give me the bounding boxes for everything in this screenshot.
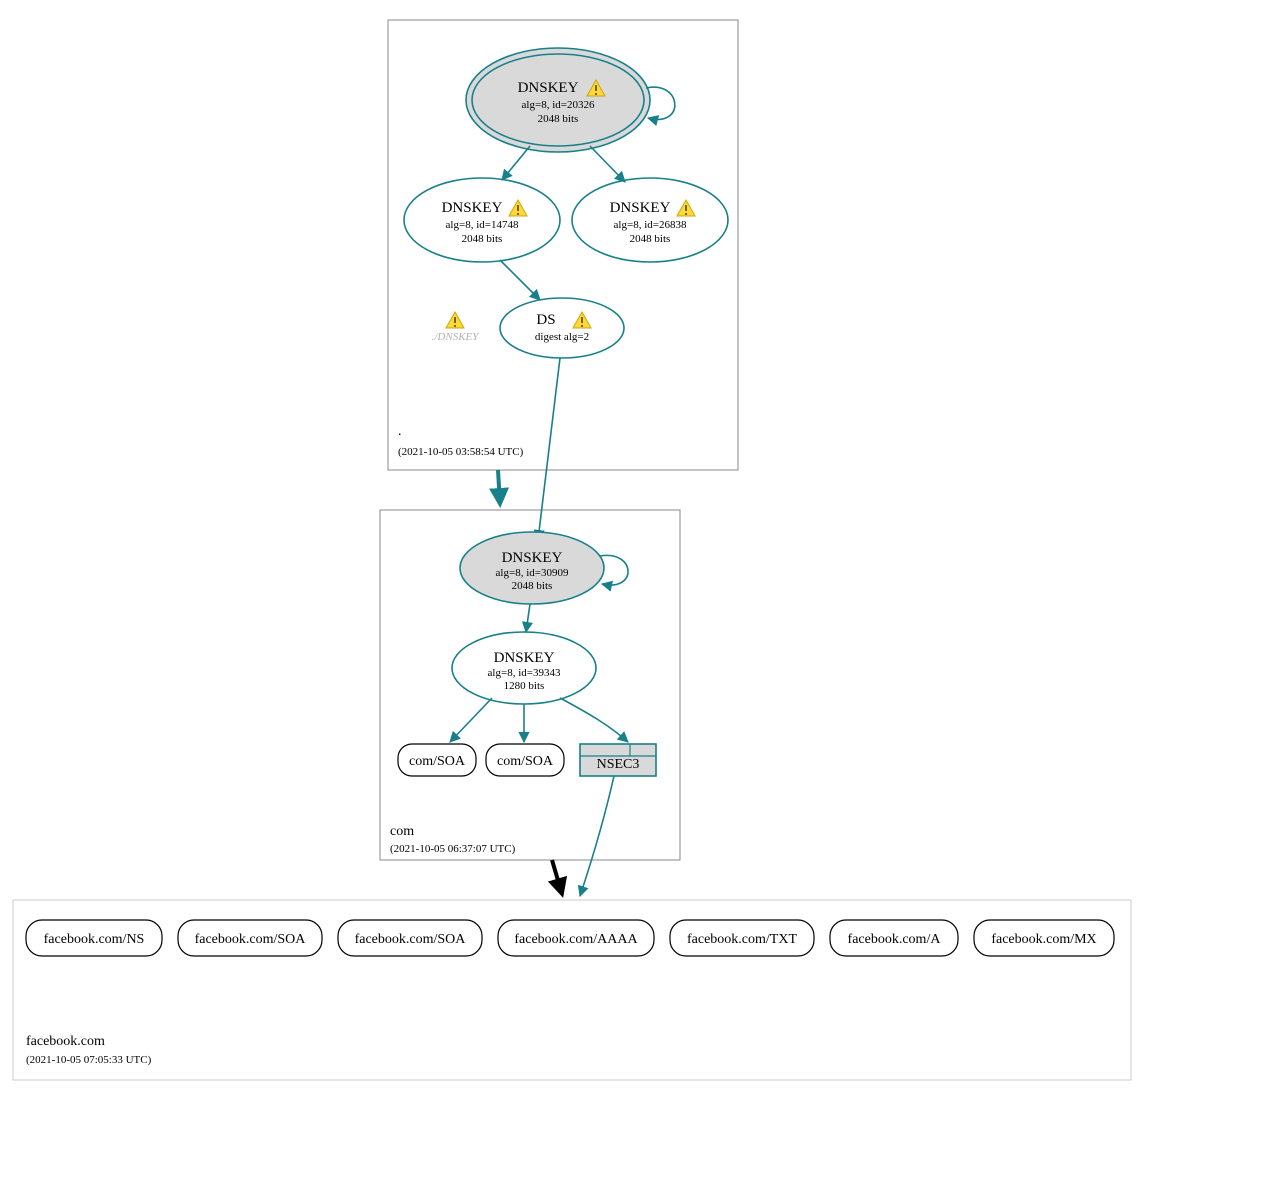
node-fb-a: facebook.com/A	[830, 920, 958, 956]
svg-text:alg=8, id=39343: alg=8, id=39343	[488, 667, 561, 679]
node-fb-aaaa: facebook.com/AAAA	[498, 920, 654, 956]
node-fb-soa2: facebook.com/SOA	[338, 920, 482, 956]
node-com-nsec3: NSEC3	[580, 744, 656, 776]
svg-text:NSEC3: NSEC3	[597, 757, 640, 772]
node-root-ghost: ./DNSKEY	[432, 312, 481, 343]
svg-text:facebook.com/AAAA: facebook.com/AAAA	[514, 932, 638, 947]
svg-text:DNSKEY: DNSKEY	[610, 200, 671, 216]
dnssec-diagram: . (2021-10-05 03:58:54 UTC) DNSKEY alg=8…	[0, 0, 1273, 1194]
edge-ksk-zsk2	[590, 146, 625, 182]
svg-text:DNSKEY: DNSKEY	[502, 550, 563, 566]
node-root-zsk1: DNSKEY alg=8, id=14748 2048 bits	[404, 178, 560, 262]
edge-zsk-nsec	[560, 698, 628, 742]
edge-ds-comksk	[538, 358, 560, 540]
node-root-zsk2: DNSKEY alg=8, id=26838 2048 bits	[572, 178, 728, 262]
svg-text:facebook.com/MX: facebook.com/MX	[991, 932, 1096, 947]
svg-text:2048 bits: 2048 bits	[462, 233, 503, 245]
edge-zsk-soa1	[450, 698, 492, 742]
zone-root-name: .	[398, 424, 402, 439]
svg-text:alg=8, id=20326: alg=8, id=20326	[522, 99, 595, 111]
node-com-soa2: com/SOA	[486, 744, 564, 776]
svg-text:facebook.com/NS: facebook.com/NS	[44, 932, 145, 947]
svg-text:facebook.com/A: facebook.com/A	[848, 932, 942, 947]
node-com-soa1: com/SOA	[398, 744, 476, 776]
node-fb-ns: facebook.com/NS	[26, 920, 162, 956]
svg-text:2048 bits: 2048 bits	[538, 113, 579, 125]
svg-text:facebook.com/SOA: facebook.com/SOA	[355, 932, 467, 947]
node-root-ksk: DNSKEY alg=8, id=20326 2048 bits	[466, 48, 650, 152]
svg-text:1280 bits: 1280 bits	[504, 680, 545, 692]
node-fb-txt: facebook.com/TXT	[670, 920, 814, 956]
edge-nsec-fb	[580, 776, 614, 896]
zone-fb-ts: (2021-10-05 07:05:33 UTC)	[26, 1054, 152, 1066]
svg-text:com/SOA: com/SOA	[409, 754, 466, 769]
edge-comksk-comzsk	[526, 604, 530, 632]
node-fb-mx: facebook.com/MX	[974, 920, 1114, 956]
svg-text:DNSKEY: DNSKEY	[442, 200, 503, 216]
node-com-ksk: DNSKEY alg=8, id=30909 2048 bits	[460, 532, 604, 604]
svg-text:alg=8, id=26838: alg=8, id=26838	[614, 219, 687, 231]
edge-com-fb-zone-black	[552, 860, 562, 894]
zone-fb-name: facebook.com	[26, 1034, 105, 1049]
node-com-zsk: DNSKEY alg=8, id=39343 1280 bits	[452, 632, 596, 704]
edge-ksk-zsk1	[502, 146, 530, 180]
svg-text:alg=8, id=30909: alg=8, id=30909	[496, 567, 569, 579]
svg-text:DNSKEY: DNSKEY	[494, 650, 555, 666]
edge-root-com-zone	[498, 470, 500, 504]
svg-text:facebook.com/TXT: facebook.com/TXT	[687, 932, 797, 947]
node-root-ds: DS digest alg=2	[500, 298, 624, 358]
svg-text:./DNSKEY: ./DNSKEY	[432, 331, 481, 343]
svg-text:digest alg=2: digest alg=2	[535, 331, 589, 343]
svg-text:2048 bits: 2048 bits	[630, 233, 671, 245]
svg-text:2048 bits: 2048 bits	[512, 580, 553, 592]
svg-text:facebook.com/SOA: facebook.com/SOA	[195, 932, 307, 947]
svg-text:alg=8, id=14748: alg=8, id=14748	[446, 219, 519, 231]
svg-text:com/SOA: com/SOA	[497, 754, 554, 769]
zone-com-name: com	[390, 824, 414, 839]
svg-text:DS: DS	[536, 312, 555, 328]
zone-root-ts: (2021-10-05 03:58:54 UTC)	[398, 446, 524, 458]
node-fb-soa1: facebook.com/SOA	[178, 920, 322, 956]
edge-zsk1-ds	[500, 260, 540, 300]
svg-text:DNSKEY: DNSKEY	[518, 80, 579, 96]
zone-com-ts: (2021-10-05 06:37:07 UTC)	[390, 843, 516, 855]
